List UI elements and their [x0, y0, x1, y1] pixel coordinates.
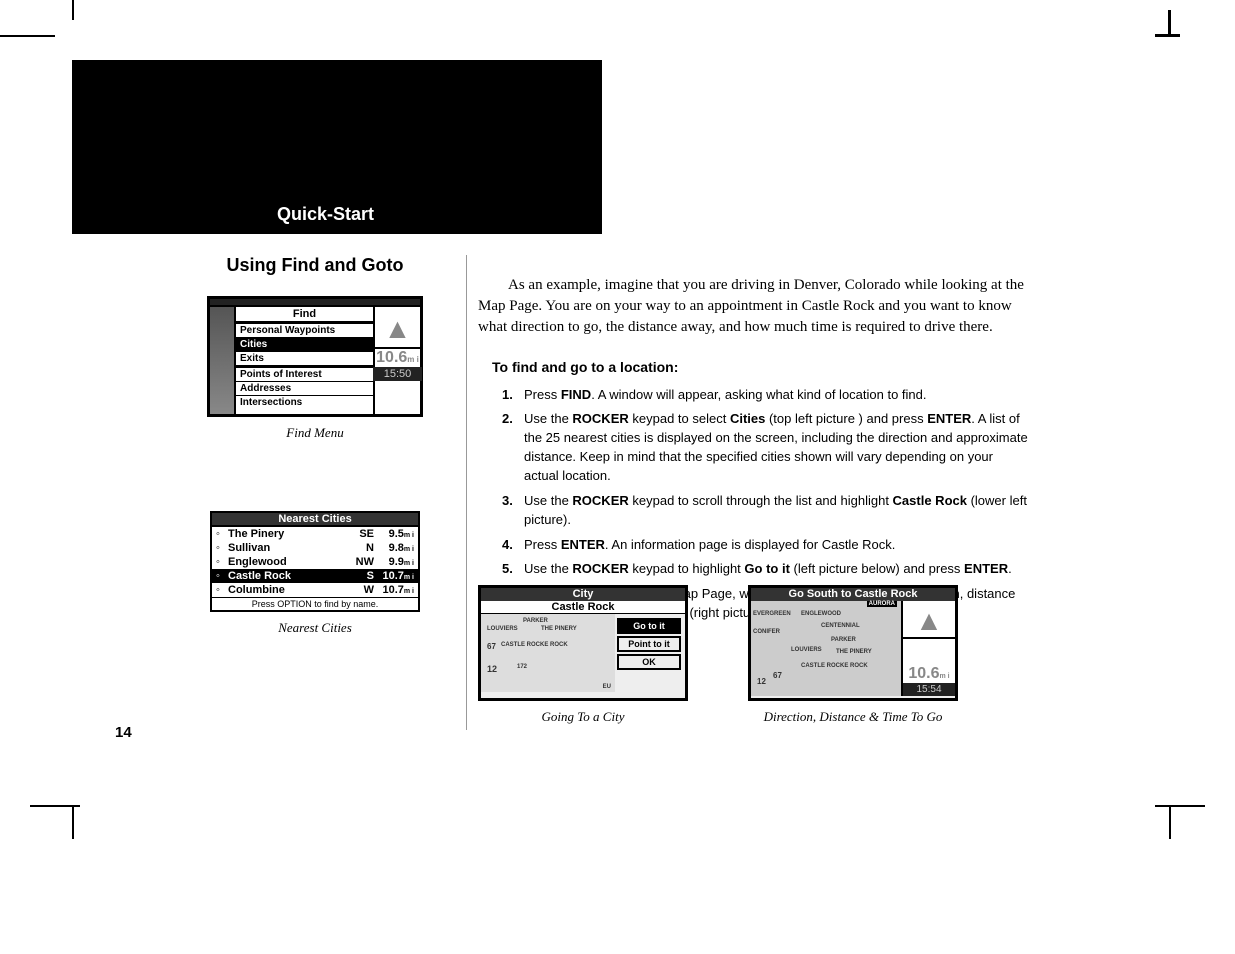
nearest-footer: Press OPTION to find by name. — [212, 597, 418, 610]
find-time: 15:50 — [373, 367, 422, 381]
find-item: Intersections — [236, 395, 373, 409]
city-head: City — [481, 588, 685, 601]
section-title: Using Find and Goto — [165, 255, 465, 276]
nearest-row: ◦Castle RockS10.7m i — [212, 569, 418, 583]
header-black-band — [72, 60, 602, 195]
find-item: Addresses — [236, 381, 373, 395]
nearest-title: Nearest Cities — [210, 511, 420, 525]
page-number: 14 — [115, 724, 132, 741]
nearest-cities-screenshot: Nearest Cities ◦The PinerySE9.5m i◦Sulli… — [210, 511, 420, 612]
nearest-row: ◦The PinerySE9.5m i — [212, 527, 418, 541]
find-item: Exits — [236, 351, 373, 365]
nav-screenshot: Go South to Castle Rock AURORA ENGLEWOOD… — [748, 585, 958, 725]
find-menu-caption: Find Menu — [165, 425, 465, 441]
nav-map: AURORA ENGLEWOOD EVERGREEN CENTENNIAL CO… — [751, 601, 901, 696]
find-item: Personal Waypoints — [236, 323, 373, 337]
point-to-it-button: Point to it — [617, 636, 681, 652]
nearest-row: ◦SullivanN9.8m i — [212, 541, 418, 555]
nav-distance: 10.6m i — [908, 665, 949, 683]
step-item: 2.Use the ROCKER keypad to select Cities… — [502, 410, 1028, 485]
city-caption: Going To a City — [478, 709, 688, 725]
nav-time: 15:54 — [903, 683, 955, 696]
nearest-row: ◦ColumbineW10.7m i — [212, 583, 418, 597]
step-item: 1.Press FIND. A window will appear, aski… — [502, 386, 1028, 405]
nav-head: Go South to Castle Rock — [751, 588, 955, 601]
city-screenshot: City Castle Rock PARKER LOUVIERS THE PIN… — [478, 585, 688, 725]
find-menu-screenshot: Find Personal Waypoints Cities Exits Poi… — [207, 296, 423, 417]
direction-arrow-icon: ▲ — [384, 315, 412, 343]
find-distance: 10.6m i — [376, 349, 419, 367]
header-tab: Quick-Start — [72, 194, 602, 234]
nearest-row: ◦EnglewoodNW9.9m i — [212, 555, 418, 569]
direction-arrow-icon: ▲ — [915, 607, 943, 635]
city-name: Castle Rock — [481, 601, 685, 614]
find-item-highlighted: Cities — [236, 337, 373, 351]
step-item: 5.Use the ROCKER keypad to highlight Go … — [502, 560, 1028, 579]
step-item: 4.Press ENTER. An information page is di… — [502, 536, 1028, 555]
column-divider — [466, 255, 467, 730]
step-item: 3.Use the ROCKER keypad to scroll throug… — [502, 492, 1028, 530]
city-map: PARKER LOUVIERS THE PINERY CASTLE ROCKE … — [481, 614, 615, 692]
subhead: To find and go to a location: — [492, 358, 1028, 378]
nav-caption: Direction, Distance & Time To Go — [748, 709, 958, 725]
nearest-caption: Nearest Cities — [165, 620, 465, 636]
intro-paragraph: As an example, imagine that you are driv… — [478, 275, 1028, 338]
find-item: Points of Interest — [236, 367, 373, 381]
ok-button: OK — [617, 654, 681, 670]
find-title: Find — [236, 307, 373, 323]
go-to-it-button: Go to it — [617, 618, 681, 634]
